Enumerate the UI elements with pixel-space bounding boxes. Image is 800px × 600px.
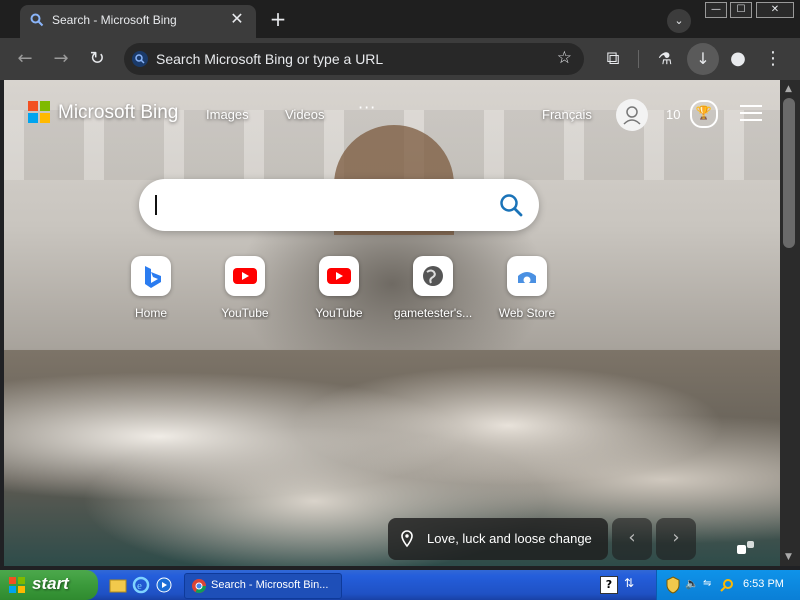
system-clock[interactable]: 6:53 PM: [743, 578, 784, 590]
labs-flask-icon[interactable]: ⚗: [652, 46, 678, 72]
media-player-icon[interactable]: [154, 575, 174, 595]
microsoft-logo-icon[interactable]: [28, 101, 50, 123]
text-cursor: [155, 195, 157, 215]
extensions-icon[interactable]: ⧉: [600, 46, 626, 72]
system-tray: 🔈 ⇋ 6:53 PM: [656, 570, 800, 600]
quicklaunch-folder-icon[interactable]: [108, 575, 128, 595]
windows-flag-icon: [9, 577, 25, 593]
hamburger-menu-icon[interactable]: [740, 105, 762, 123]
feed-toggle-icon[interactable]: [735, 537, 757, 559]
quick-link-gametesters[interactable]: gametester's...: [394, 256, 472, 320]
webstore-icon: [507, 256, 547, 296]
forward-icon[interactable]: →: [48, 46, 74, 72]
next-image-button[interactable]: ›: [656, 518, 696, 560]
help-icon[interactable]: ?: [600, 576, 618, 594]
menu-kebab-icon[interactable]: ⋮: [760, 46, 786, 72]
quick-link-label: Web Store: [498, 306, 556, 320]
search-icon[interactable]: [497, 191, 525, 219]
quick-link-label: YouTube: [315, 306, 363, 320]
bing-search-input[interactable]: [139, 179, 539, 231]
scrollbar-thumb[interactable]: [783, 98, 795, 248]
youtube-icon: [319, 256, 359, 296]
quick-link-webstore[interactable]: Web Store: [491, 256, 563, 320]
bing-homepage: Microsoft Bing Images Videos ··· Françai…: [4, 80, 780, 566]
address-bar[interactable]: Search Microsoft Bing or type a URL ☆: [124, 43, 584, 75]
back-icon[interactable]: ←: [12, 46, 38, 72]
toolbar-divider: [638, 50, 639, 68]
tab-close-icon[interactable]: ✕: [228, 10, 246, 28]
nav-videos[interactable]: Videos: [285, 107, 325, 122]
profile-icon[interactable]: ●: [725, 46, 751, 72]
start-button[interactable]: start: [0, 570, 98, 600]
security-shield-icon[interactable]: [665, 576, 681, 594]
language-link[interactable]: Français: [542, 107, 592, 122]
globe-icon: [413, 256, 453, 296]
quick-link-label: YouTube: [221, 306, 269, 320]
browser-titlebar: Search - Microsoft Bing ✕ + ⌄ — ☐ ✕: [0, 0, 800, 38]
network-icon[interactable]: ⇋: [703, 578, 711, 589]
taskbar-item-chrome[interactable]: Search - Microsoft Bin...: [184, 573, 342, 599]
nav-more-icon[interactable]: ···: [358, 98, 376, 117]
quick-link-home[interactable]: Home: [115, 256, 187, 320]
tab-title: Search - Microsoft Bing: [52, 13, 177, 27]
chrome-icon: [192, 579, 206, 593]
taskbar-item-label: Search - Microsoft Bin...: [211, 579, 329, 591]
bing-brand-title[interactable]: Microsoft Bing: [58, 102, 178, 124]
start-label: start: [32, 574, 69, 593]
page-scrollbar[interactable]: ▲ ▼: [780, 80, 800, 566]
youtube-icon: [225, 256, 265, 296]
maximize-button[interactable]: ☐: [730, 2, 752, 18]
internet-explorer-icon[interactable]: e: [131, 575, 151, 595]
quick-link-label: gametester's...: [393, 306, 473, 320]
quick-link-label: Home: [134, 306, 167, 320]
scroll-down-icon[interactable]: ▼: [785, 552, 792, 562]
address-bar-placeholder: Search Microsoft Bing or type a URL: [156, 51, 384, 67]
quick-link-youtube-2[interactable]: YouTube: [303, 256, 375, 320]
minimize-button[interactable]: —: [705, 2, 727, 18]
search-tray-icon[interactable]: [719, 577, 735, 593]
search-favicon-icon: [30, 13, 44, 27]
reload-icon[interactable]: ↻: [84, 46, 110, 72]
tab-search-button[interactable]: ⌄: [667, 9, 691, 33]
image-caption-text: Love, luck and loose change: [427, 531, 592, 546]
previous-image-button[interactable]: ‹: [612, 518, 652, 560]
windows-taskbar: start e Search - Microsoft Bin... ? ⇅ 🔈 …: [0, 570, 800, 600]
bookmark-star-icon[interactable]: ☆: [557, 48, 572, 68]
search-engine-icon: [132, 51, 148, 67]
svg-text:e: e: [137, 580, 142, 592]
scroll-up-icon[interactable]: ▲: [785, 84, 792, 94]
bing-icon: [131, 256, 171, 296]
image-caption-card[interactable]: Love, luck and loose change: [388, 518, 608, 560]
speaker-icon[interactable]: 🔈: [685, 577, 699, 590]
location-pin-icon: [401, 530, 413, 548]
download-icon[interactable]: ↓: [687, 43, 719, 75]
close-window-button[interactable]: ✕: [756, 2, 794, 18]
rewards-points[interactable]: 10: [666, 107, 680, 122]
quick-link-youtube[interactable]: YouTube: [209, 256, 281, 320]
language-bar-icon[interactable]: ⇅: [624, 576, 634, 590]
nav-images[interactable]: Images: [206, 107, 249, 122]
user-avatar-icon[interactable]: [616, 99, 648, 131]
new-tab-button[interactable]: +: [266, 8, 290, 32]
browser-tab[interactable]: Search - Microsoft Bing ✕: [20, 5, 256, 38]
rewards-trophy-icon[interactable]: 🏆: [690, 100, 718, 128]
browser-toolbar: ← → ↻ Search Microsoft Bing or type a UR…: [0, 38, 800, 80]
